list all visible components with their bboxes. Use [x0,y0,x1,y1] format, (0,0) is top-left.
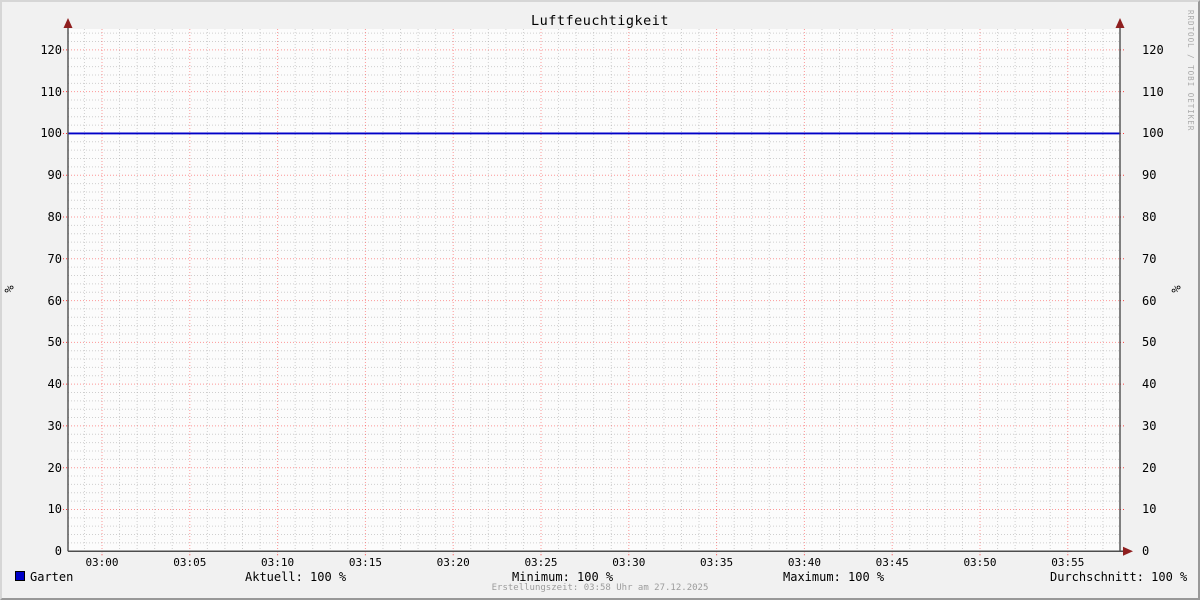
x-tick-label: 03:40 [787,556,821,569]
y-tick-label-right: 70 [1142,251,1157,266]
stat-durchschnitt: Durchschnitt: 100 % [1050,570,1188,584]
y-tick-label-right: 0 [1142,544,1150,559]
y-tick-label-left: 10 [47,502,62,517]
y-axis-unit-left: % [2,285,17,293]
y-axis-right-arrow [1115,18,1125,28]
rrd-graph: Luftfeuchtigkeit % % 0 10 20 30 40 50 60 70 80 90… [0,0,1200,600]
x-tick-label: 03:45 [875,556,909,569]
y-tick-label-right: 80 [1142,210,1157,224]
stat-maximum: Maximum: 100 % [783,570,885,584]
y-tick-label-right: 100 [1142,126,1164,141]
y-tick-label-left: 70 [47,251,62,266]
x-tick-label: 03:25 [524,556,558,569]
y-tick-label-left: 120 [40,42,62,57]
y-tick-label-left: 30 [47,418,62,433]
y-tick-label-left: 110 [40,84,62,99]
y-tick-label-right: 120 [1142,42,1164,57]
legend-series-label: Garten [30,570,74,584]
y-axis-left-arrow [63,18,73,28]
y-tick-label-right: 110 [1142,84,1164,99]
y-tick-label-right: 10 [1142,502,1157,517]
y-tick-label-left: 20 [47,460,62,475]
y-tick-label-left: 50 [47,335,62,350]
x-axis-arrow [1123,546,1133,556]
y-tick-label-left: 80 [47,210,62,224]
x-tick-label: 03:00 [85,556,119,569]
y-tick-label-right: 40 [1142,377,1157,392]
chart-svg [63,18,1133,557]
rrdtool-watermark: RRDTOOL / TOBI OETIKER [1186,10,1195,132]
y-tick-label-right: 60 [1142,293,1157,308]
x-tick-label: 03:30 [612,556,646,569]
y-tick-label-left: 90 [47,168,62,183]
x-tick-label: 03:20 [436,556,470,569]
y-tick-label-left: 40 [47,377,62,392]
stat-minimum: Minimum: 100 % [512,570,614,584]
y-tick-label-right: 50 [1142,335,1157,350]
x-tick-label: 03:50 [963,556,997,569]
y-tick-label-right: 90 [1142,168,1157,183]
y-tick-label-left: 0 [54,544,62,559]
x-tick-label: 03:35 [700,556,734,569]
x-tick-label: 03:10 [261,556,295,569]
x-tick-label: 03:55 [1051,556,1085,569]
y-tick-label-left: 100 [40,126,62,141]
y-axis-unit-right: % [1169,285,1184,293]
x-tick-label: 03:05 [173,556,207,569]
y-tick-label-left: 60 [47,293,62,308]
y-tick-label-right: 30 [1142,418,1157,433]
x-tick-label: 03:15 [348,556,382,569]
legend-swatch-garten [15,571,25,581]
stat-aktuell: Aktuell: 100 % [245,570,347,584]
y-tick-label-right: 20 [1142,460,1157,475]
creation-timestamp: Erstellungszeit: 03:58 Uhr am 27.12.2025 [491,583,709,593]
